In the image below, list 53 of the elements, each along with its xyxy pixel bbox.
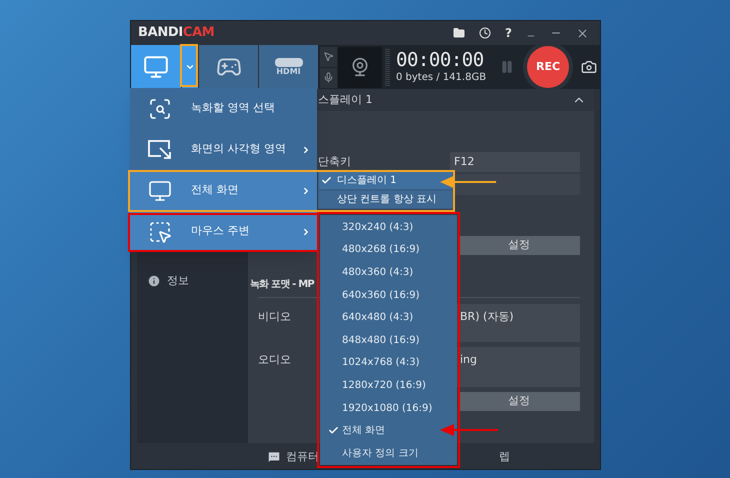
info-icon (147, 274, 161, 288)
help-button[interactable]: ? (505, 27, 512, 39)
menu-item[interactable]: 녹화할 영역 선택 (130, 88, 317, 129)
submenu-item[interactable]: 1920x1080 (16:9) (320, 396, 436, 420)
submenu-item[interactable]: 상단 컨트롤 항상 표시 (319, 191, 452, 208)
mode-tab[interactable]: HDMI (259, 45, 318, 89)
submenu-item[interactable]: 640x480 (4:3) (320, 306, 418, 329)
mode-tab[interactable] (131, 45, 181, 89)
menu-item[interactable]: 전체 화면 (130, 170, 317, 211)
camera-icon[interactable] (581, 59, 598, 75)
clock-icon[interactable] (479, 27, 492, 39)
submenu-item[interactable]: 사용자 정의 크기 (320, 442, 422, 465)
settings-button[interactable]: 설정 (458, 392, 580, 411)
submenu-item[interactable]: 320x240 (4:3) (320, 216, 418, 239)
mode-tab[interactable] (199, 45, 258, 89)
settings-button[interactable]: 설정 (458, 236, 580, 255)
field-label: 단축키 (318, 154, 351, 170)
dashed-cursor-icon (148, 220, 172, 244)
mic-icon (323, 72, 334, 83)
field-label: 오디오 (258, 352, 291, 368)
cursor-icon (323, 51, 334, 62)
sidebar-item[interactable]: 정보 (167, 273, 189, 290)
monitor-icon (148, 178, 172, 202)
menu-item[interactable]: 화면의 사각형 영역 (130, 129, 317, 170)
submenu-item[interactable]: 848x480 (16:9) (320, 328, 424, 352)
status-text: 렙 (499, 448, 510, 465)
region-select-icon (148, 96, 172, 120)
mic-toggle-button[interactable] (320, 68, 337, 88)
chevron-down-icon (185, 62, 195, 72)
submenu-item[interactable]: 1280x720 (16:9) (320, 374, 430, 397)
webcam-icon (350, 57, 370, 77)
monitor-icon (143, 54, 169, 80)
section-title: 녹화 포맷 - MP (250, 278, 316, 292)
submenu-item[interactable]: 640x360 (16:9) (320, 284, 424, 306)
webcam-button[interactable] (338, 46, 382, 88)
hotkey-field[interactable]: F12 (450, 152, 580, 172)
storage-info: 0 bytes / 141.8GB (396, 71, 486, 85)
rectangle-arrow-icon (147, 138, 173, 160)
folder-icon[interactable] (453, 27, 466, 39)
submenu-item[interactable]: 디스플레이 1 (319, 172, 452, 189)
record-button[interactable]: REC (527, 46, 570, 88)
submenu-item[interactable]: 480x268 (16:9) (320, 238, 424, 262)
section-title: 스플레이 1 (318, 92, 372, 108)
cursor-toggle-button[interactable] (320, 46, 337, 66)
submenu-item[interactable]: 1024x768 (4:3) (320, 352, 424, 374)
submenu-item[interactable]: 480x360 (4:3) (320, 261, 418, 284)
submenu-item[interactable]: 전체 화면 (320, 419, 390, 442)
level-meter (385, 48, 390, 86)
chat-icon (267, 450, 281, 464)
field-label: 비디오 (258, 309, 291, 325)
app-logo: BANDICAM (138, 24, 214, 42)
close-icon[interactable] (576, 26, 589, 40)
timer: 00:00:00 (396, 49, 485, 71)
